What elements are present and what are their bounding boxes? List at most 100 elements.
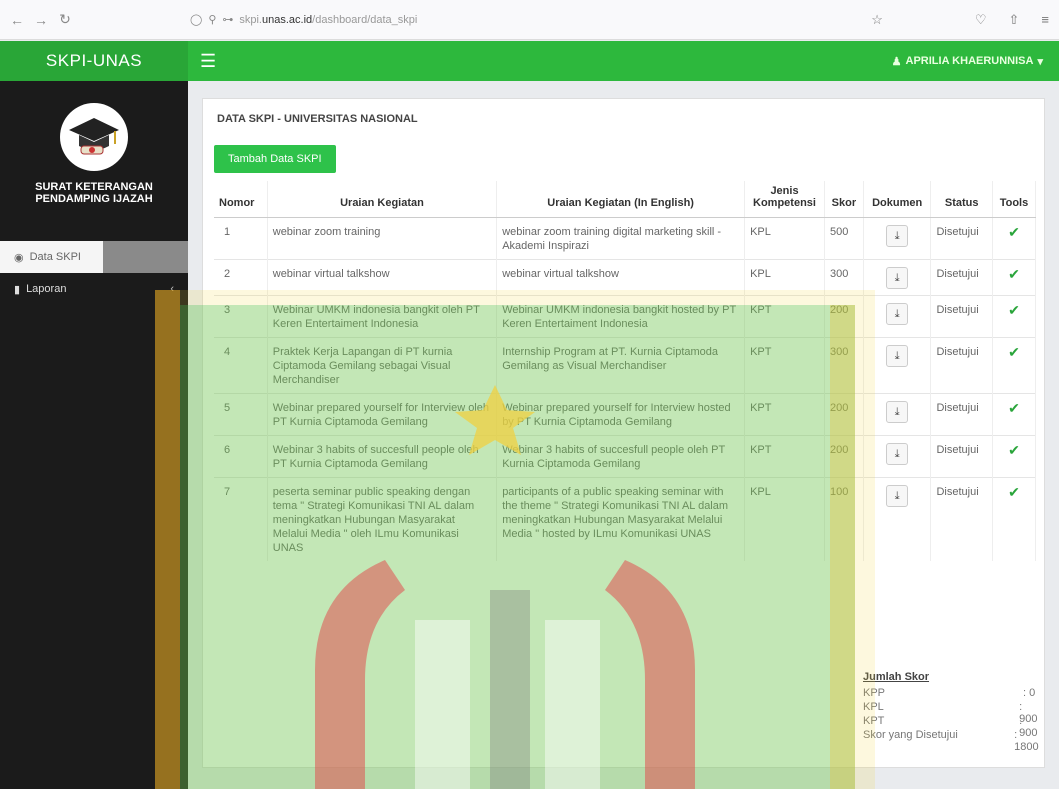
user-menu[interactable]: ♟ APRILIA KHAERUNNISA ▾	[892, 55, 1043, 68]
summary-label: KPT	[863, 715, 885, 727]
row-status: Disetujui	[930, 295, 993, 338]
download-icon[interactable]: ⤓	[886, 225, 909, 247]
brand-logo-text[interactable]: SKPI-UNAS	[0, 41, 188, 81]
caret-down-icon: ▾	[1037, 55, 1043, 68]
col-header: Nomor	[214, 181, 268, 218]
col-header: Jenis Kompetensi	[744, 181, 825, 218]
row-jenis: KPL	[744, 217, 825, 260]
row-dokumen: ⤓	[863, 477, 932, 561]
row-tools: ✔	[992, 217, 1037, 260]
bookmark-star-icon[interactable]: ☆	[871, 12, 883, 28]
col-header: Dokumen	[863, 181, 932, 218]
col-header: Status	[930, 181, 993, 218]
checkmark-icon[interactable]: ✔	[1008, 224, 1020, 240]
row-number: 4	[214, 337, 268, 394]
row-status: Disetujui	[930, 259, 993, 296]
table-row: 2 webinar virtual talkshow webinar virtual…	[214, 259, 1037, 296]
row-skor: 300	[824, 337, 864, 394]
browser-nav: ← → ↻	[0, 11, 180, 28]
row-dokumen: ⤓	[863, 337, 932, 394]
summary-value: : 1800	[1014, 729, 1039, 753]
summary-value: : 900	[1019, 701, 1038, 725]
row-uraian: webinar virtual talkshow	[267, 259, 498, 296]
row-skor: 200	[824, 393, 864, 436]
table-row: 3 Webinar UMKM indonesia bangkit oleh PT …	[214, 295, 1037, 338]
row-status: Disetujui	[930, 393, 993, 436]
checkmark-icon[interactable]: ✔	[1008, 484, 1020, 500]
hamburger-menu-icon[interactable]: ☰	[200, 51, 216, 72]
row-number: 7	[214, 477, 268, 561]
user-name: APRILIA KHAERUNNISA	[905, 54, 1034, 67]
top-navbar: SKPI-UNAS ☰ ♟ APRILIA KHAERUNNISA ▾	[0, 41, 1059, 81]
sidebar-item-label: Laporan	[26, 283, 67, 295]
sidebar: SURAT KETERANGAN PENDAMPING IJAZAH ◉ Dat…	[0, 81, 188, 789]
reload-icon[interactable]: ↻	[54, 11, 76, 28]
pocket-icon[interactable]: ♡	[975, 12, 987, 28]
download-icon[interactable]: ⤓	[886, 443, 909, 465]
row-status: Disetujui	[930, 337, 993, 394]
row-uraian: Webinar 3 habits of succesfull people ol…	[267, 435, 498, 478]
row-tools: ✔	[992, 477, 1037, 561]
row-dokumen: ⤓	[863, 393, 932, 436]
sidebar-item-laporan[interactable]: ▮ Laporan ‹	[0, 273, 188, 305]
row-status: Disetujui	[930, 435, 993, 478]
row-tools: ✔	[992, 393, 1037, 436]
add-skpi-button[interactable]: Tambah Data SKPI	[214, 145, 336, 173]
row-jenis: KPT	[744, 295, 825, 338]
row-uraian: Webinar UMKM indonesia bangkit oleh PT K…	[267, 295, 498, 338]
url-text: skpi.unas.ac.id/dashboard/data_skpi	[239, 13, 418, 26]
row-uraian: webinar zoom training	[267, 217, 498, 260]
download-icon[interactable]: ⤓	[886, 303, 909, 325]
row-skor: 100	[824, 477, 864, 561]
checkmark-icon[interactable]: ✔	[1008, 302, 1020, 318]
chevron-left-icon: ‹	[170, 283, 174, 295]
checkmark-icon[interactable]: ✔	[1008, 344, 1020, 360]
summary-label: Skor yang Disetujui	[863, 729, 958, 741]
row-dokumen: ⤓	[863, 435, 932, 478]
checkmark-icon[interactable]: ✔	[1008, 400, 1020, 416]
summary-value: : 900	[1019, 715, 1038, 739]
summary-label: KPL	[863, 701, 884, 713]
menu-icon[interactable]: ≡	[1041, 12, 1049, 28]
row-tools: ✔	[992, 435, 1037, 478]
share-icon[interactable]: ⇧	[1009, 12, 1020, 28]
table-row: 4 Praktek Kerja Lapangan di PT kurnia Cip…	[214, 337, 1037, 394]
back-arrow-icon[interactable]: ←	[6, 12, 28, 28]
row-dokumen: ⤓	[863, 295, 932, 338]
download-icon[interactable]: ⤓	[886, 485, 909, 507]
row-english: Internship Program at PT. Kurnia Ciptamo…	[496, 337, 746, 394]
row-english: Webinar 3 habits of succesfull people ol…	[496, 435, 746, 478]
forward-arrow-icon[interactable]: →	[30, 12, 52, 28]
row-tools: ✔	[992, 337, 1037, 394]
shield-icon: ◯	[190, 14, 203, 26]
table-row: 6 Webinar 3 habits of succesfull people o…	[214, 435, 1037, 478]
summary-value: : 0	[1023, 687, 1036, 699]
checkmark-icon[interactable]: ✔	[1008, 266, 1020, 282]
row-english: Webinar UMKM indonesia bangkit hosted by…	[496, 295, 746, 338]
col-header: Uraian Kegiatan (In English)	[496, 181, 746, 218]
download-icon[interactable]: ⤓	[886, 267, 909, 289]
content-panel: DATA SKPI - UNIVERSITAS NASIONAL Tambah …	[202, 98, 1045, 768]
row-jenis: KPL	[744, 259, 825, 296]
sidebar-title: SURAT KETERANGAN PENDAMPING IJAZAH	[35, 181, 153, 205]
address-bar[interactable]: ◯ ⚲ ⊶ skpi.unas.ac.id/dashboard/data_skp…	[180, 6, 871, 34]
sidebar-item-label: Data SKPI	[29, 251, 81, 263]
row-english: Webinar prepared yourself for Interview …	[496, 393, 746, 436]
col-header: Tools	[992, 181, 1037, 218]
checkmark-icon[interactable]: ✔	[1008, 442, 1020, 458]
row-dokumen: ⤓	[863, 217, 932, 260]
graduation-cap-logo-icon	[60, 103, 128, 171]
row-english: participants of a public speaking semina…	[496, 477, 746, 561]
browser-toolbar: ← → ↻ ◯ ⚲ ⊶ skpi.unas.ac.id/dashboard/da…	[0, 0, 1059, 40]
sidebar-item-data-skpi[interactable]: ◉ Data SKPI	[0, 241, 188, 273]
row-status: Disetujui	[930, 477, 993, 561]
download-icon[interactable]: ⤓	[886, 345, 909, 367]
skpi-table: Nomor Uraian Kegiatan Uraian Kegiatan (I…	[214, 181, 1037, 561]
row-status: Disetujui	[930, 217, 993, 260]
permissions-icon: ⊶	[222, 14, 234, 26]
row-number: 6	[214, 435, 268, 478]
row-tools: ✔	[992, 259, 1037, 296]
row-number: 5	[214, 393, 268, 436]
download-icon[interactable]: ⤓	[886, 401, 909, 423]
row-number: 3	[214, 295, 268, 338]
